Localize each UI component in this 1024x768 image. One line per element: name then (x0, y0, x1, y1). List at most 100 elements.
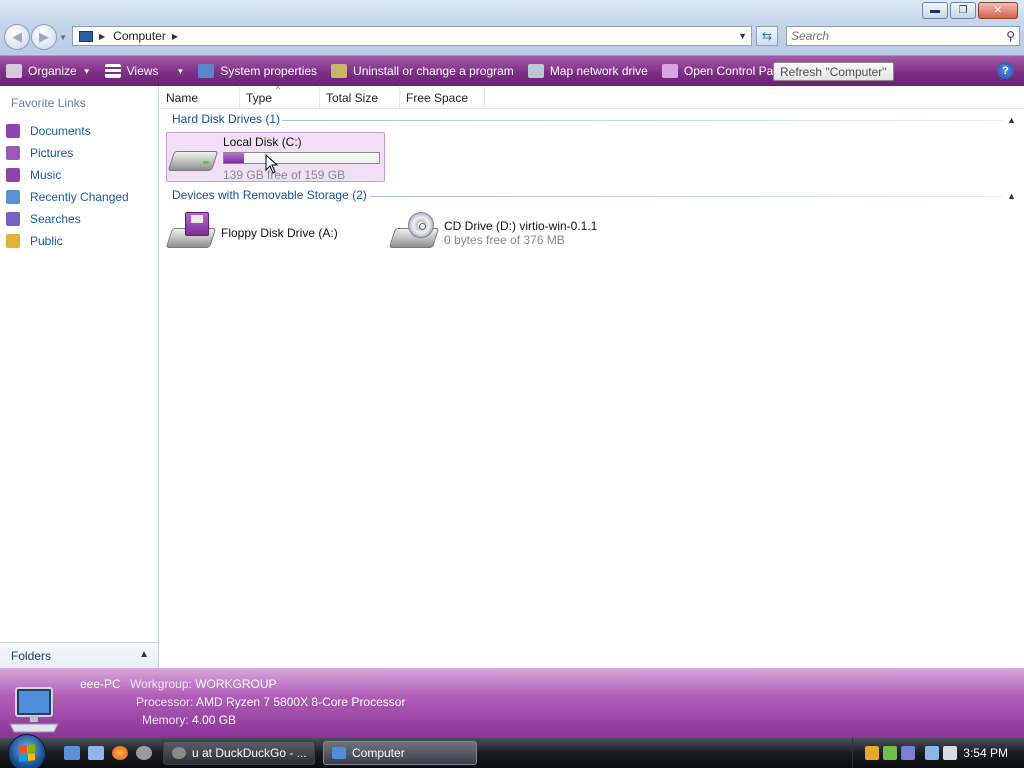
volume-icon[interactable] (943, 746, 957, 760)
system-properties-label: System properties (220, 64, 318, 78)
folders-toggle[interactable]: Folders ▲ (0, 642, 158, 668)
title-bar: ▬ ❐ ✕ ◀ ▶ ▼ ▶ Computer ▶ ▼ ⇆ ⚲ (0, 0, 1024, 56)
documents-icon (6, 124, 20, 138)
duckduckgo-icon[interactable] (136, 746, 152, 760)
control-panel-icon (661, 64, 678, 78)
maximize-button[interactable]: ❐ (950, 2, 976, 19)
organize-label: Organize (28, 64, 77, 78)
collapse-group-icon[interactable]: ▲ (1007, 191, 1016, 201)
column-header-total-size[interactable]: Total Size (320, 86, 400, 109)
folders-label: Folders (11, 648, 52, 663)
drive-floppy-a[interactable]: Floppy Disk Drive (A:) (165, 210, 367, 256)
taskbar-button-duckduckgo[interactable]: u at DuckDuckGo - ... (163, 741, 315, 765)
refresh-icon: ⇆ (761, 29, 773, 43)
content-pane: Name Type ^ Total Size Free Space Hard Di… (160, 85, 1024, 668)
network-icon[interactable] (925, 746, 939, 760)
windows-logo-icon (19, 744, 35, 762)
workgroup-value: WORKGROUP (195, 677, 277, 691)
pictures-icon (6, 146, 20, 160)
show-desktop-icon[interactable] (64, 746, 80, 760)
column-header-name[interactable]: Name (160, 86, 240, 109)
favorite-links-list: Documents Pictures Music Recently Change… (6, 120, 129, 252)
favorite-links-heading: Favorite Links (11, 96, 86, 110)
organize-button[interactable]: Organize ▼ (6, 64, 91, 78)
chevron-down-icon: ▼ (176, 66, 185, 76)
uninstall-program-button[interactable]: Uninstall or change a program (331, 64, 514, 78)
favorite-link-music[interactable]: Music (6, 164, 129, 186)
memory-value: 4.00 GB (192, 713, 237, 727)
chevron-down-icon: ▼ (59, 32, 67, 42)
back-button[interactable]: ◀ (4, 24, 30, 50)
map-network-drive-button[interactable]: Map network drive (527, 64, 648, 78)
drive-name: Floppy Disk Drive (A:) (221, 226, 338, 240)
breadcrumb-computer[interactable]: Computer (113, 29, 166, 43)
sort-indicator-icon: ^ (276, 85, 280, 94)
favorite-link-recently-changed[interactable]: Recently Changed (6, 186, 129, 208)
chevron-up-icon: ▲ (139, 649, 149, 660)
browser-icon (172, 747, 186, 759)
hard-drive-icon (167, 135, 219, 177)
drive-usage-fill (224, 153, 244, 163)
processor-value: AMD Ryzen 7 5800X 8-Core Processor (196, 695, 406, 709)
collapse-group-icon[interactable]: ▲ (1007, 115, 1016, 125)
open-control-panel-button[interactable]: Open Control Panel (661, 64, 789, 78)
search-input[interactable] (787, 27, 987, 45)
switch-windows-icon[interactable] (88, 746, 104, 760)
views-button[interactable]: Views ▼ (104, 64, 185, 78)
firefox-icon[interactable] (112, 746, 128, 760)
windows-update-icon[interactable] (883, 746, 897, 760)
details-pane: eee-PC Workgroup: WORKGROUP Processor: A… (0, 668, 1024, 738)
security-shield-icon[interactable] (865, 746, 879, 760)
drive-name: CD Drive (D:) virtio-win-0.1.1 (444, 219, 598, 233)
search-box: ⚲ (786, 26, 1020, 46)
group-divider (370, 196, 1002, 197)
group-divider (282, 120, 1002, 121)
refresh-tooltip: Refresh "Computer" (773, 62, 894, 81)
taskbar-button-computer[interactable]: Computer (323, 741, 477, 765)
map-network-drive-icon (527, 64, 544, 78)
start-button[interactable] (8, 734, 46, 768)
favorite-link-documents[interactable]: Documents (6, 120, 129, 142)
views-icon (104, 64, 121, 78)
column-header-type[interactable]: Type ^ (240, 85, 320, 109)
address-bar[interactable]: ▶ Computer ▶ ▼ (72, 26, 752, 46)
column-header-free-space[interactable]: Free Space (400, 86, 485, 109)
chevron-down-icon: ▼ (82, 66, 91, 76)
help-icon: ? (1002, 64, 1009, 77)
favorite-link-public[interactable]: Public (6, 230, 129, 252)
computer-icon (332, 747, 346, 759)
computer-icon (9, 687, 59, 733)
navigation-pane: Favorite Links Documents Pictures Music … (0, 86, 159, 668)
column-headers: Name Type ^ Total Size Free Space (160, 85, 1024, 109)
window-controls: ▬ ❐ ✕ (922, 2, 1018, 19)
help-button[interactable]: ? (997, 62, 1014, 79)
close-button[interactable]: ✕ (978, 2, 1018, 19)
processor-label: Processor: (136, 695, 194, 709)
breadcrumb-separator-icon[interactable]: ▶ (99, 32, 105, 41)
search-icon[interactable]: ⚲ (1006, 29, 1015, 43)
forward-button[interactable]: ▶ (31, 24, 57, 50)
taskbar: u at DuckDuckGo - ... Computer 3:54 PM (0, 734, 1024, 768)
minimize-button[interactable]: ▬ (922, 2, 948, 19)
back-arrow-icon: ◀ (12, 29, 22, 44)
favorite-link-searches[interactable]: Searches (6, 208, 129, 230)
group-header-removable-storage[interactable]: Devices with Removable Storage (2) (172, 188, 367, 202)
memory-label: Memory: (142, 713, 189, 727)
organize-icon (6, 64, 22, 78)
drive-free-space: 139 GB free of 159 GB (223, 168, 346, 182)
recent-pages-dropdown[interactable]: ▼ (58, 24, 68, 50)
clock[interactable]: 3:54 PM (963, 746, 1008, 760)
views-label: Views (126, 64, 159, 78)
breadcrumb-separator-icon[interactable]: ▶ (172, 32, 178, 41)
public-folder-icon (6, 234, 20, 248)
mouse-cursor-icon (265, 154, 279, 174)
drive-name: Local Disk (C:) (223, 135, 302, 149)
refresh-button[interactable]: ⇆ (756, 26, 778, 46)
address-history-dropdown-icon[interactable]: ▼ (738, 31, 747, 41)
favorite-link-pictures[interactable]: Pictures (6, 142, 129, 164)
system-properties-icon (198, 64, 215, 78)
system-properties-button[interactable]: System properties (198, 64, 317, 78)
group-header-hard-disk-drives[interactable]: Hard Disk Drives (1) (172, 112, 280, 126)
network-share-icon[interactable] (901, 746, 915, 760)
drive-cd-d[interactable]: CD Drive (D:) virtio-win-0.1.1 0 bytes f… (388, 210, 650, 256)
